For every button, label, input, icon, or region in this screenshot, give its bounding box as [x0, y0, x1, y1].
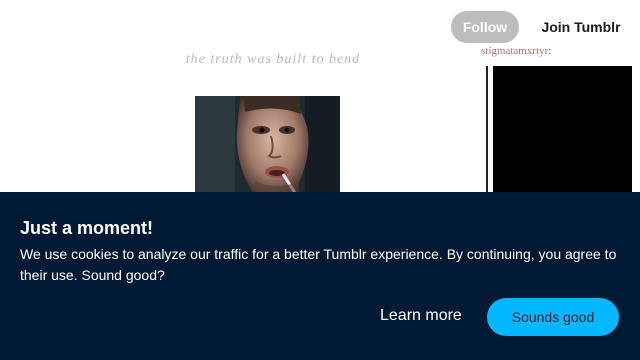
post-photo[interactable] [195, 96, 340, 196]
reblog-username[interactable]: stigmatamxrtyr: [481, 45, 551, 57]
blog-description: the truth was built to bend [185, 52, 361, 67]
accept-cookies-button[interactable]: Sounds good [487, 298, 619, 336]
reblog-divider [486, 66, 488, 196]
cookie-banner-title: Just a moment! [20, 218, 154, 238]
portrait-photo-icon [195, 96, 340, 196]
follow-button[interactable]: Follow [451, 11, 519, 43]
reblog-separator: : [548, 45, 552, 57]
reblog-username-text[interactable]: stigmatamxrtyr [481, 45, 548, 57]
reblog-media[interactable] [493, 66, 632, 196]
cookie-consent-banner: Just a moment! We use cookies to analyze… [0, 192, 640, 360]
cookie-banner-message: We use cookies to analyze our traffic fo… [20, 246, 617, 283]
learn-more-link[interactable]: Learn more [380, 307, 462, 327]
tumblr-blog-page: Follow Join Tumblr the truth was built t… [0, 0, 640, 360]
join-tumblr-button[interactable]: Join Tumblr [532, 11, 630, 43]
